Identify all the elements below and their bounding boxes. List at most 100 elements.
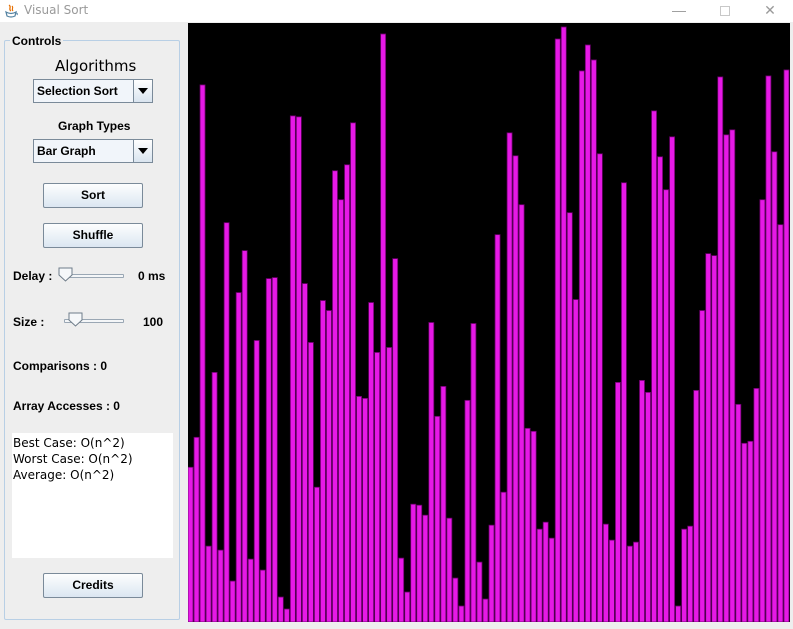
bar (645, 391, 651, 622)
bar (188, 466, 194, 622)
bar (314, 486, 320, 622)
best-case-text: Best Case: O(n^2) (13, 436, 125, 450)
bar (584, 44, 591, 622)
algorithm-select-value: Selection Sort (37, 84, 118, 98)
bar (566, 212, 573, 622)
bar (602, 523, 609, 622)
chevron-down-icon[interactable] (133, 140, 152, 162)
bar (518, 204, 525, 622)
bar (247, 558, 254, 622)
window-title: Visual Sort (24, 3, 89, 17)
bar-graph-svg (188, 26, 790, 622)
size-label: Size : (13, 315, 45, 329)
bar (265, 278, 272, 622)
bar (777, 224, 784, 622)
maximize-icon (720, 6, 730, 16)
bar (747, 440, 754, 622)
worst-case-text: Worst Case: O(n^2) (13, 452, 133, 466)
delay-slider[interactable] (58, 266, 126, 286)
bar (277, 596, 284, 622)
bar (446, 517, 453, 622)
bar (633, 541, 639, 622)
bar (711, 255, 718, 622)
bar (705, 253, 712, 622)
bar (308, 342, 314, 622)
bar-graph-canvas (188, 23, 790, 622)
bar (783, 69, 790, 622)
bar (289, 115, 296, 622)
chevron-down-icon[interactable] (133, 80, 152, 102)
bar (506, 132, 513, 622)
bar (404, 591, 411, 622)
size-slider[interactable] (64, 311, 126, 331)
bar (199, 84, 206, 622)
bar (699, 310, 706, 622)
title-bar: Visual Sort — ✕ (0, 0, 793, 22)
bar (470, 323, 477, 622)
bar (271, 277, 278, 622)
size-value: 100 (143, 315, 164, 329)
average-case-text: Average: O(n^2) (13, 468, 115, 482)
bar (350, 122, 356, 622)
bar (223, 222, 230, 622)
sort-button[interactable]: Sort (43, 183, 143, 208)
slider-thumb-icon[interactable] (68, 312, 83, 327)
bar (681, 528, 688, 622)
bar (193, 436, 200, 622)
bar (332, 170, 338, 622)
bar (657, 156, 663, 622)
bar (428, 322, 435, 622)
bar (416, 504, 423, 622)
bar (693, 389, 700, 622)
algorithm-select[interactable]: Selection Sort (33, 79, 153, 103)
bar (398, 557, 405, 622)
bar (476, 561, 483, 622)
bar (554, 38, 561, 622)
bar (440, 385, 447, 622)
bar (542, 521, 549, 622)
bar (488, 524, 495, 622)
bar (494, 234, 501, 622)
bar (422, 514, 429, 622)
bar (596, 153, 603, 622)
bar (380, 33, 387, 622)
bar (590, 59, 597, 622)
bar (205, 545, 212, 622)
bar (723, 134, 730, 622)
delay-slider-track (64, 274, 124, 278)
bar (627, 545, 633, 622)
bar (771, 151, 778, 622)
bar (765, 75, 772, 622)
graph-types-label: Graph Types (58, 119, 131, 133)
graph-type-select[interactable]: Bar Graph (33, 139, 153, 163)
bar (741, 442, 748, 622)
comparisons-counter: Comparisons : 0 (13, 359, 108, 373)
delay-value: 0 ms (138, 269, 166, 283)
minimize-button[interactable]: — (656, 0, 702, 22)
minimize-icon: — (672, 2, 686, 18)
bar (295, 116, 302, 622)
bar (338, 199, 344, 622)
maximize-button[interactable] (702, 0, 748, 22)
bar (621, 182, 627, 622)
slider-thumb-icon[interactable] (58, 267, 73, 282)
shuffle-button[interactable]: Shuffle (43, 223, 143, 248)
bar (326, 310, 332, 622)
bar (368, 302, 375, 622)
bar (229, 580, 236, 622)
bar (374, 352, 381, 622)
bar (524, 427, 531, 622)
bar (344, 164, 350, 622)
bar (536, 528, 543, 622)
bar (217, 549, 224, 622)
bar (729, 129, 736, 622)
bar (687, 525, 694, 622)
bar (362, 397, 369, 622)
bar (464, 399, 471, 622)
bar (651, 110, 657, 622)
delay-label: Delay : (13, 269, 53, 283)
credits-button[interactable]: Credits (43, 573, 143, 598)
complexity-textarea[interactable]: Best Case: O(n^2) Worst Case: O(n^2) Ave… (12, 433, 173, 558)
bar (675, 605, 682, 622)
close-button[interactable]: ✕ (747, 0, 793, 22)
